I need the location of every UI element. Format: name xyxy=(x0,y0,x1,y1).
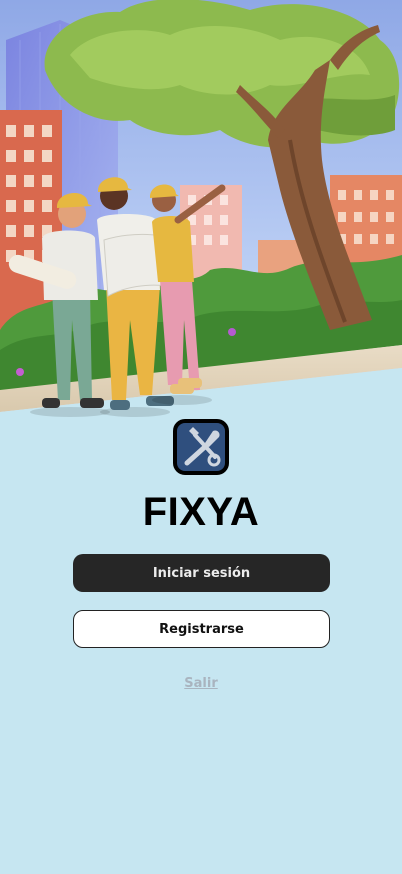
app-title: FIXYA xyxy=(142,490,260,534)
exit-link[interactable]: Salir xyxy=(0,676,402,691)
login-button[interactable]: Iniciar sesión xyxy=(73,554,330,592)
register-button-label: Registrarse xyxy=(159,621,244,637)
login-button-label: Iniciar sesión xyxy=(152,565,251,581)
tools-icon xyxy=(173,419,229,475)
register-button[interactable]: Registrarse xyxy=(73,610,330,648)
hero-illustration xyxy=(0,0,402,430)
